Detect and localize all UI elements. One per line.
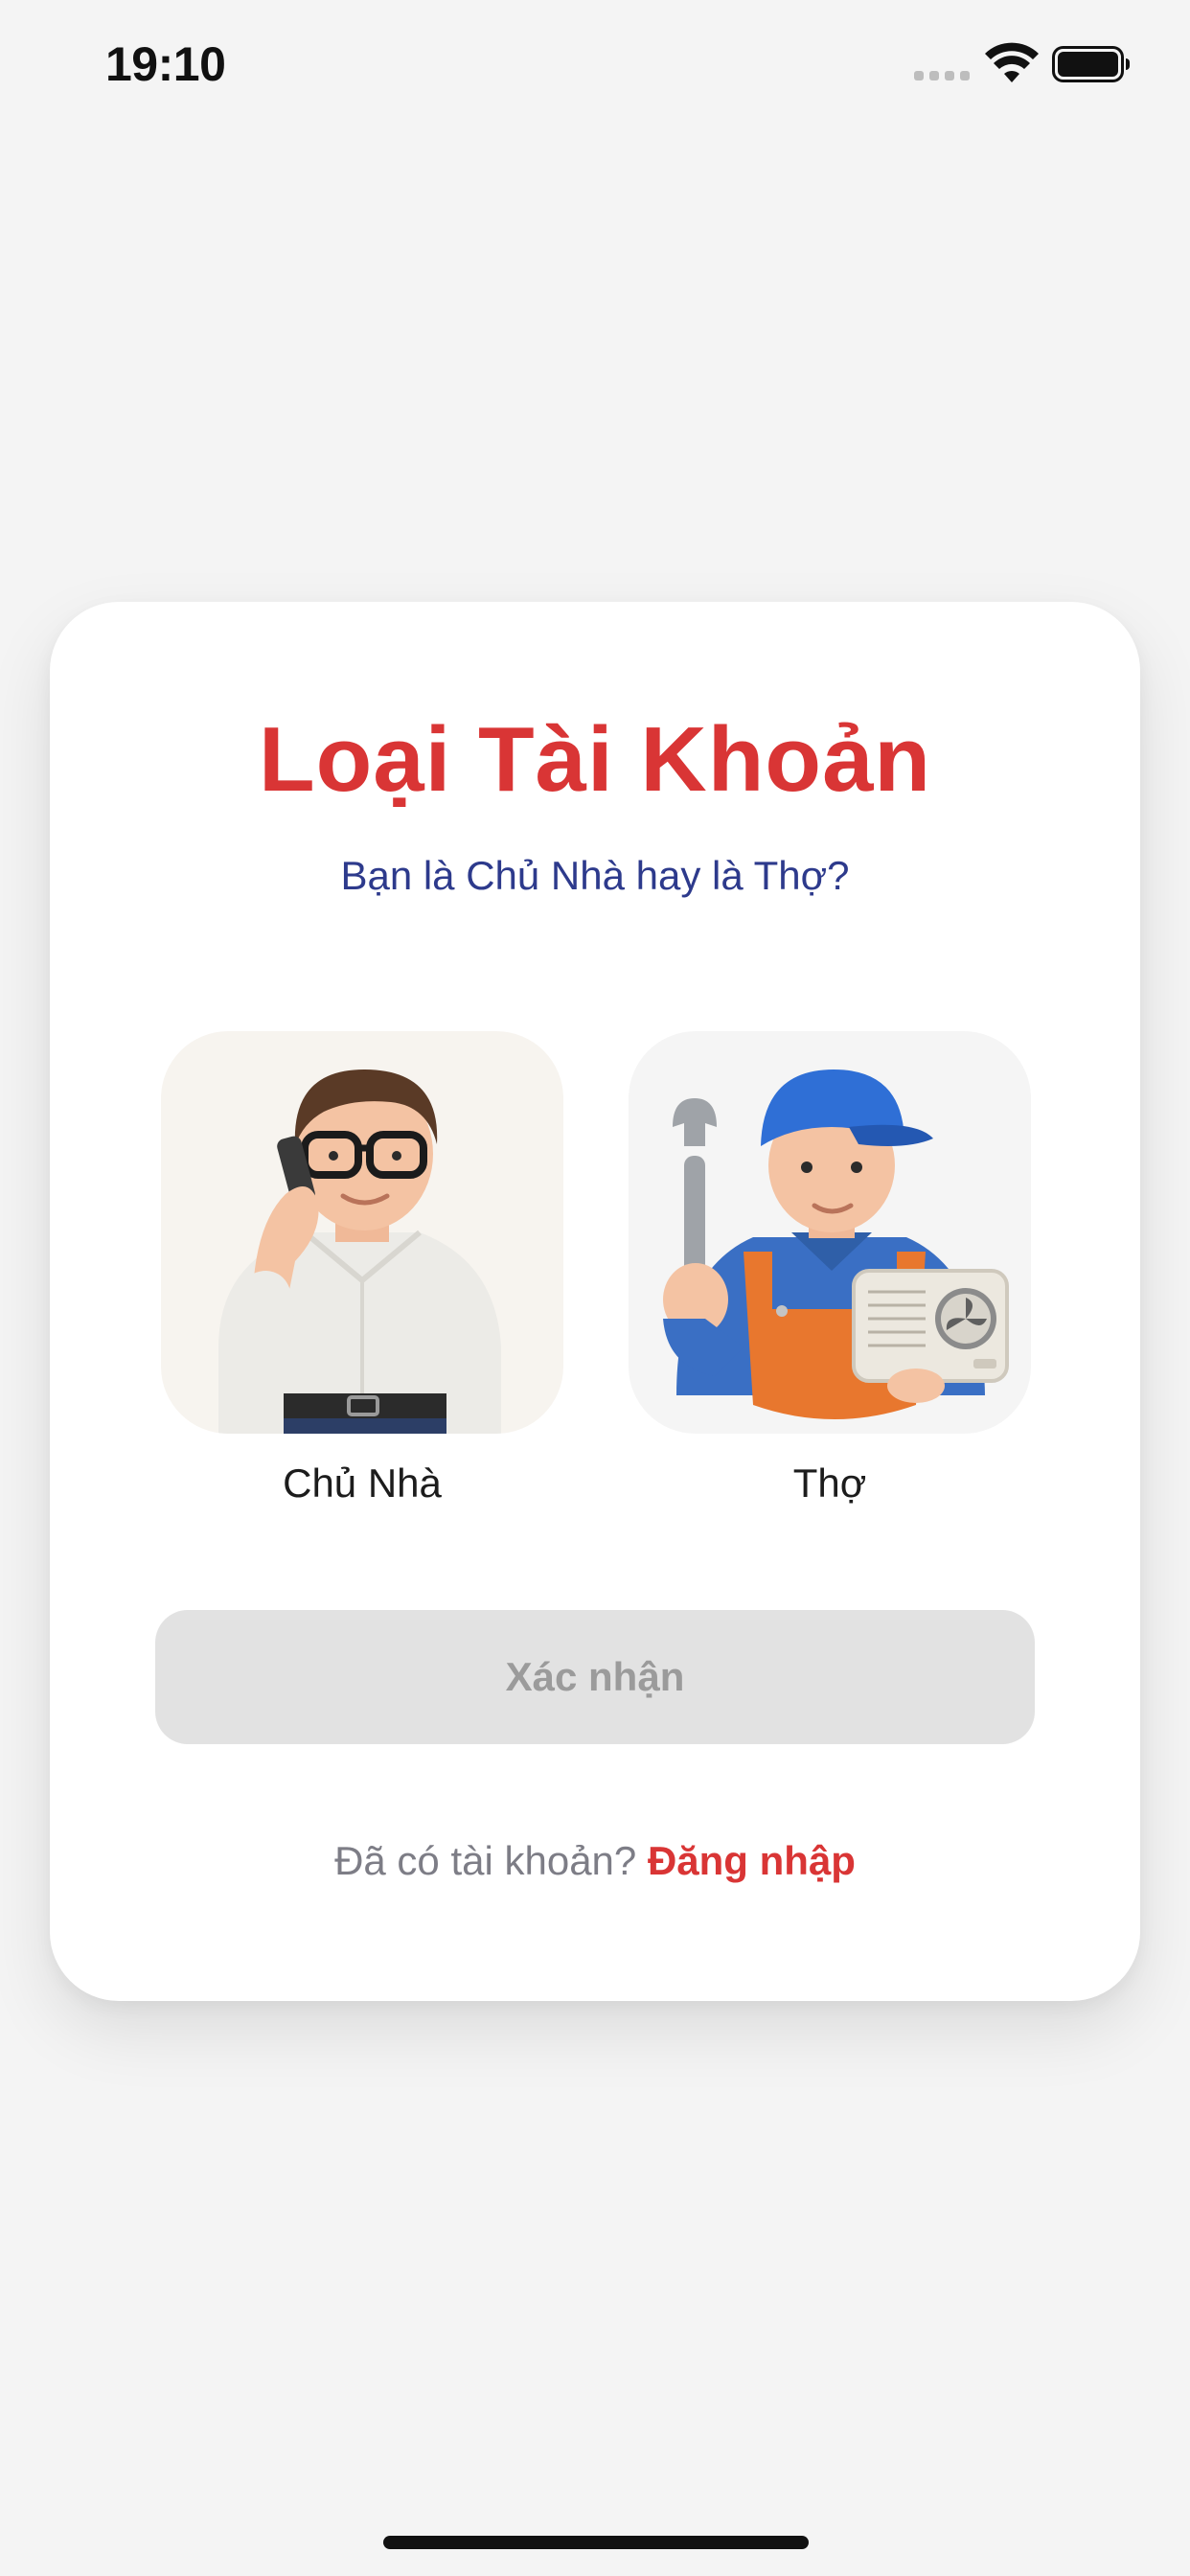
- homeowner-tile[interactable]: [161, 1031, 563, 1434]
- page-title: Loại Tài Khoản: [258, 708, 932, 811]
- home-indicator[interactable]: [383, 2536, 809, 2549]
- option-homeowner-label: Chủ Nhà: [283, 1460, 442, 1506]
- account-type-card: Loại Tài Khoản Bạn là Chủ Nhà hay là Thợ…: [50, 602, 1140, 2001]
- technician-tile[interactable]: [629, 1031, 1031, 1434]
- option-technician-label: Thợ: [792, 1460, 867, 1506]
- battery-icon: [1052, 46, 1130, 82]
- wifi-icon: [985, 42, 1039, 82]
- login-link[interactable]: Đăng nhập: [648, 1838, 856, 1883]
- confirm-button[interactable]: Xác nhận: [155, 1610, 1035, 1744]
- option-homeowner[interactable]: Chủ Nhà: [161, 1031, 563, 1506]
- technician-with-wrench-and-ac-unit-illustration: [663, 1070, 1009, 1419]
- login-prompt-row: Đã có tài khoản? Đăng nhập: [50, 1838, 1140, 1884]
- account-type-screen: 19:10 Loại Tài Khoản Bạn là Chủ Nhà hay …: [0, 0, 1190, 2576]
- homeowner-on-phone-illustration: [218, 1070, 501, 1434]
- status-bar: 19:10: [0, 0, 1190, 134]
- login-prompt-text: Đã có tài khoản?: [334, 1838, 648, 1883]
- cellular-signal-icon: [914, 71, 970, 82]
- status-time: 19:10: [105, 37, 226, 91]
- page-subtitle: Bạn là Chủ Nhà hay là Thợ?: [340, 853, 850, 898]
- option-technician[interactable]: Thợ: [629, 1031, 1031, 1506]
